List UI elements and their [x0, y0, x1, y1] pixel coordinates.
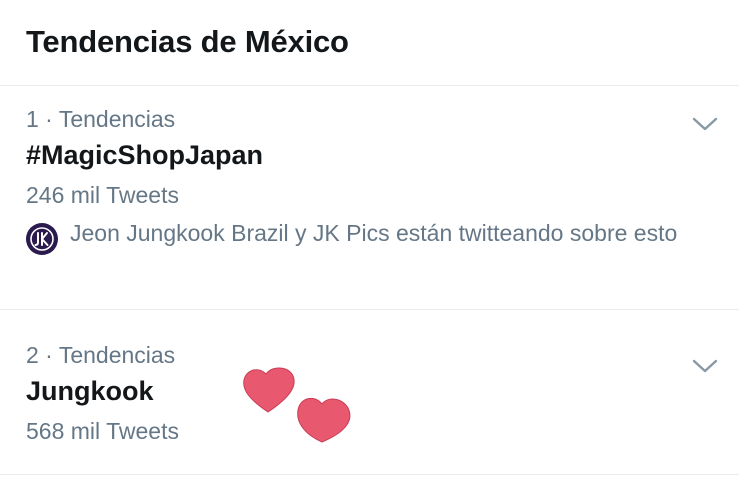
- trend-meta: 2 · Tendencias: [26, 342, 176, 368]
- trend-item-2[interactable]: 2 · Tendencias Jungkook 568 mil Tweets: [0, 310, 739, 475]
- trend-name[interactable]: #MagicShopJapan: [26, 138, 739, 172]
- trend-item-1[interactable]: 1 · Tendencias #MagicShopJapan 246 mil T…: [0, 86, 739, 310]
- trend-name[interactable]: Jungkook: [26, 374, 739, 408]
- trend-tweet-count: 568 mil Tweets: [26, 418, 179, 444]
- trend-context: Jeon Jungkook Brazil y JK Pics están twi…: [26, 216, 739, 255]
- chevron-down-icon[interactable]: [691, 356, 719, 376]
- chevron-down-icon[interactable]: [691, 114, 719, 134]
- hearts-icon: [243, 367, 351, 443]
- jk-monogram-avatar: [26, 223, 58, 255]
- trend-context-text: Jeon Jungkook Brazil y JK Pics están twi…: [70, 220, 678, 246]
- heart-icon: [243, 367, 295, 413]
- trend-meta: 1 · Tendencias: [26, 106, 176, 132]
- trend-tweet-count: 246 mil Tweets: [26, 182, 179, 208]
- heart-icon: [297, 397, 351, 443]
- trends-header: Tendencias de México: [0, 0, 739, 86]
- page-title: Tendencias de México: [26, 24, 349, 59]
